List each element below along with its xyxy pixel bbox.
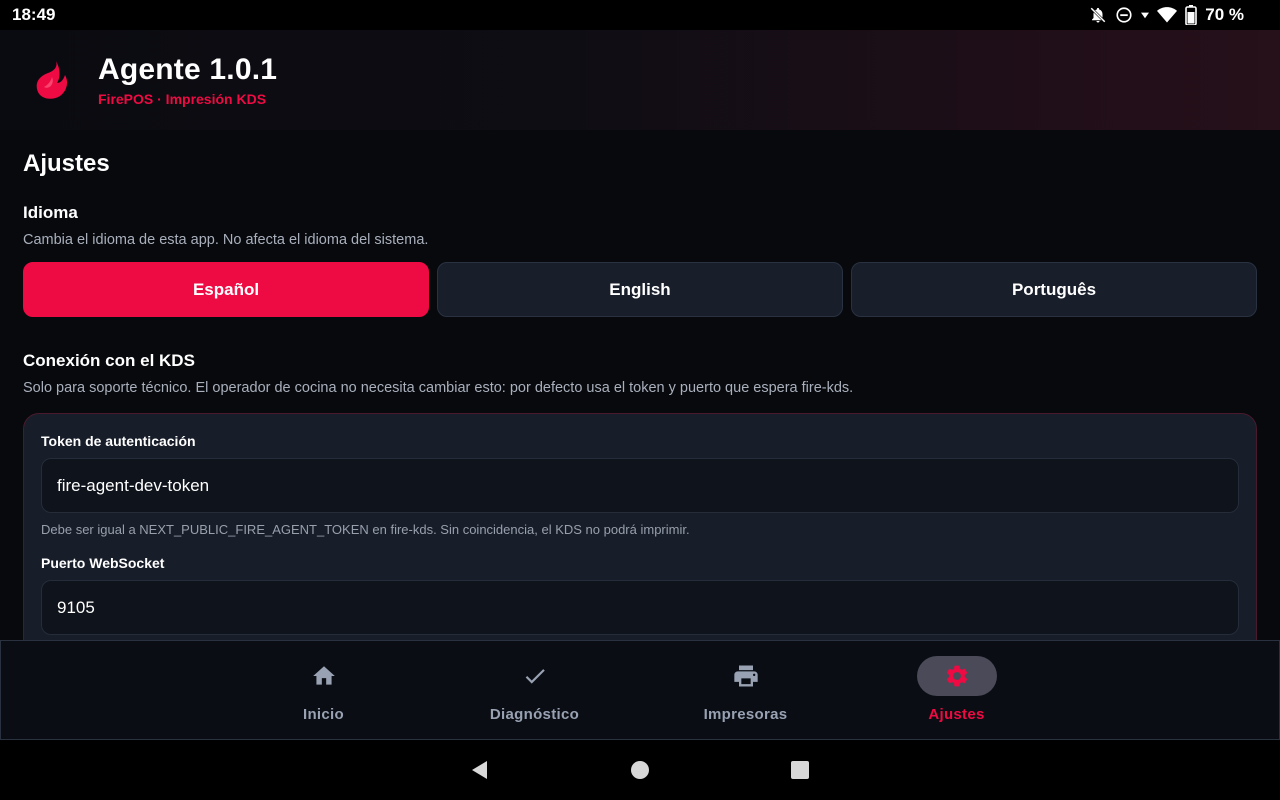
system-navigation-bar (0, 740, 1280, 800)
page-title: Ajustes (23, 150, 110, 177)
home-icon (312, 666, 335, 685)
wifi-icon (1157, 6, 1178, 24)
notifications-off-icon (1089, 6, 1107, 24)
token-input[interactable]: fire-agent-dev-token (41, 458, 1239, 513)
header-text: Agente 1.0.1 FirePOS · Impresión KDS (98, 53, 277, 107)
back-button[interactable] (450, 740, 510, 800)
language-section-title: Idioma (23, 203, 78, 222)
status-icons: 70 % (1089, 5, 1268, 25)
recents-button[interactable] (770, 740, 830, 800)
do-not-disturb-icon (1115, 6, 1133, 24)
app-subtitle: FirePOS · Impresión KDS (98, 91, 267, 107)
port-label: Puerto WebSocket (41, 555, 165, 571)
language-button-portuguese[interactable]: Português (851, 262, 1257, 317)
gear-icon (946, 665, 967, 687)
language-selector: Español English Português (23, 262, 1257, 317)
app-screen: 18:49 70 % Agente 1.0.1 FirePOS · Impres… (0, 0, 1280, 800)
port-input[interactable]: 9105 (41, 580, 1239, 635)
recents-square-icon (791, 761, 809, 779)
flame-logo-icon (36, 61, 68, 99)
language-section-description: Cambia el idioma de esta app. No afecta … (23, 232, 429, 248)
nav-item-impresoras[interactable]: Impresoras (640, 641, 851, 739)
app-header: Agente 1.0.1 FirePOS · Impresión KDS (0, 30, 1280, 130)
kds-section-description: Solo para soporte técnico. El operador d… (23, 380, 854, 396)
nav-pill (495, 656, 575, 696)
nav-label-diagnostico: Diagnóstico (489, 706, 580, 723)
check-icon (525, 669, 545, 684)
settings-content[interactable]: Ajustes Idioma Cambia el idioma de esta … (0, 130, 1280, 640)
nav-pill (284, 656, 364, 696)
language-button-english[interactable]: English (437, 262, 843, 317)
nav-label-ajustes: Ajustes (928, 706, 985, 723)
battery-percent: 70 % (1205, 5, 1244, 24)
signal-icon (1141, 11, 1150, 19)
nav-item-ajustes[interactable]: Ajustes (851, 641, 1062, 739)
nav-label-inicio: Inicio (303, 706, 344, 723)
status-time: 18:49 (12, 5, 56, 24)
nav-pill-active (916, 656, 997, 696)
nav-item-diagnostico[interactable]: Diagnóstico (429, 641, 640, 739)
nav-label-impresoras: Impresoras (703, 706, 788, 723)
token-help-text: Debe ser igual a NEXT_PUBLIC_FIRE_AGENT_… (41, 522, 690, 537)
printer-icon (733, 665, 758, 687)
nav-item-inicio[interactable]: Inicio (218, 641, 429, 739)
back-triangle-icon (472, 761, 487, 779)
bottom-navigation: Inicio Diagnóstico Impresoras Ajustes (0, 640, 1280, 740)
kds-section-title: Conexión con el KDS (23, 351, 195, 370)
kds-connection-card: Token de autenticación fire-agent-dev-to… (23, 413, 1257, 640)
home-circle-icon (631, 761, 649, 779)
battery-icon (1185, 5, 1198, 25)
home-button[interactable] (610, 740, 670, 800)
token-label: Token de autenticación (41, 433, 196, 449)
status-bar: 18:49 70 % (0, 0, 1280, 30)
nav-pill (706, 656, 786, 696)
language-button-spanish[interactable]: Español (23, 262, 429, 317)
app-title: Agente 1.0.1 (98, 53, 278, 86)
